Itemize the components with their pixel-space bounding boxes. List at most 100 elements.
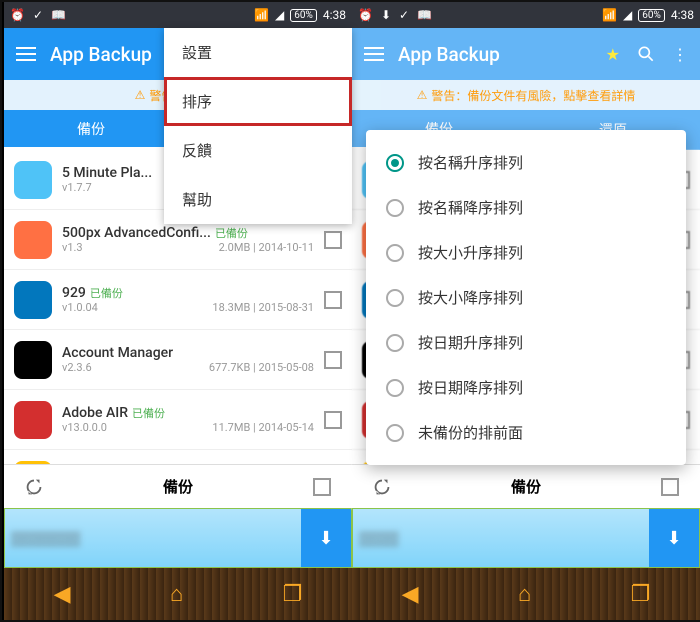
backup-button[interactable]: 備份: [64, 476, 292, 497]
sort-option[interactable]: 按大小升序排列: [366, 230, 686, 275]
app-size-date: 2.0MB | 2014-10-11: [219, 241, 314, 254]
overflow-menu: 設置 排序 反饋 幫助: [164, 28, 352, 224]
recent-button[interactable]: ❐: [631, 582, 651, 607]
menu-item-sort[interactable]: 排序: [164, 77, 352, 126]
clock: 4:38: [671, 8, 694, 22]
app-info: 929已備份 v1.0.04 18.3MB | 2015-08-31: [62, 285, 314, 314]
backup-badge: 已備份: [90, 287, 123, 300]
system-nav-bar: ◀ ⌂ ❐: [352, 568, 700, 620]
menu-item-help[interactable]: 幫助: [164, 175, 352, 224]
signal-icon: ◢: [623, 8, 632, 22]
sort-option-label: 按大小降序排列: [418, 287, 523, 308]
backup-badge: 已備份: [132, 407, 165, 420]
home-button[interactable]: ⌂: [518, 581, 531, 607]
alarm-icon: ⏰: [10, 8, 25, 22]
check-icon: ✓: [399, 8, 409, 22]
sort-option[interactable]: 未備份的排前面: [366, 410, 686, 455]
warning-strip[interactable]: ⚠ 警告：備份文件有風險，點擊查看詳情: [352, 80, 700, 110]
ad-banner[interactable]: ▒▒▒▒ ⬇: [352, 508, 700, 568]
app-size-date: 18.3MB | 2015-08-31: [212, 301, 314, 314]
alarm-icon: ⏰: [358, 8, 373, 22]
status-bar: ⏰ ✓ 📖 📶 ◢ 60% 4:38: [4, 2, 352, 28]
sort-option[interactable]: 按名稱降序排列: [366, 185, 686, 230]
radio-icon: [386, 244, 404, 262]
row-checkbox[interactable]: [324, 291, 342, 309]
app-icon: [14, 161, 52, 199]
signal-icon: ◢: [275, 8, 284, 22]
list-item[interactable]: Adobe AIR已備份 v13.0.0.0 11.7MB | 2014-05-1…: [4, 390, 352, 450]
sort-option[interactable]: 按日期升序排列: [366, 320, 686, 365]
tab-backup[interactable]: 備份: [4, 110, 178, 150]
app-size-date: 11.7MB | 2014-05-14: [212, 421, 314, 434]
menu-item-feedback[interactable]: 反饋: [164, 126, 352, 175]
sort-option[interactable]: 按名稱升序排列: [366, 140, 686, 185]
back-button[interactable]: ◀: [54, 582, 71, 607]
status-bar: ⏰ ⬇ ✓ 📖 📶 ◢ 60% 4:38: [352, 2, 700, 28]
check-icon: ✓: [33, 8, 43, 22]
app-version: v1.0.04: [62, 301, 98, 314]
app-info: Account Manager v2.3.6 677.7KB | 2015-05-…: [62, 345, 314, 374]
warning-icon: ⚠: [417, 88, 428, 102]
app-name: 929已備份: [62, 285, 314, 301]
screenshot-left: ⏰ ✓ 📖 📶 ◢ 60% 4:38 App Backup ⚠ 警告：備份文 備…: [4, 2, 352, 620]
refresh-button[interactable]: [4, 476, 64, 498]
warning-icon: ⚠: [135, 88, 146, 102]
app-version: v1.3: [62, 241, 83, 254]
bottom-action-bar: 備份: [4, 464, 352, 508]
select-all-checkbox[interactable]: [640, 478, 700, 496]
menu-icon[interactable]: [16, 47, 36, 61]
recent-button[interactable]: ❐: [283, 582, 303, 607]
back-button[interactable]: ◀: [402, 582, 419, 607]
app-bar: App Backup ★ ⋮: [352, 28, 700, 80]
sort-option-label: 按大小升序排列: [418, 242, 523, 263]
app-name: Account Manager: [62, 345, 314, 361]
book-icon: 📖: [51, 8, 66, 22]
sort-option-label: 按日期升序排列: [418, 332, 523, 353]
sort-option[interactable]: 按日期降序排列: [366, 365, 686, 410]
system-nav-bar: ◀ ⌂ ❐: [4, 568, 352, 620]
download-icon[interactable]: ⬇: [301, 509, 351, 567]
backup-button[interactable]: 備份: [412, 476, 640, 497]
select-all-checkbox[interactable]: [292, 478, 352, 496]
book-icon: 📖: [417, 8, 432, 22]
app-version: v1.7.7: [62, 181, 92, 194]
battery-level: 60%: [638, 9, 665, 22]
list-item[interactable]: Account Manager v2.3.6 677.7KB | 2015-05-…: [4, 330, 352, 390]
screenshot-right: ⏰ ⬇ ✓ 📖 📶 ◢ 60% 4:38 App Backup ★ ⋮ ⚠ 警告…: [352, 2, 700, 620]
ad-banner[interactable]: ▒▒▒▒▒▒▒ ⬇: [4, 508, 352, 568]
app-version: v2.3.6: [62, 361, 92, 374]
row-checkbox[interactable]: [324, 351, 342, 369]
star-icon[interactable]: ★: [606, 45, 620, 64]
download-status-icon: ⬇: [381, 8, 391, 22]
backup-badge: 已備份: [215, 227, 248, 240]
app-icon: [14, 341, 52, 379]
app-name: 500px AdvancedConfi...已備份: [62, 225, 314, 241]
wifi-icon: 📶: [254, 8, 269, 22]
sort-option[interactable]: 按大小降序排列: [366, 275, 686, 320]
app-info: 500px AdvancedConfi...已備份 v1.3 2.0MB | 20…: [62, 225, 314, 254]
radio-icon: [386, 199, 404, 217]
app-size-date: 677.7KB | 2015-05-08: [209, 361, 314, 374]
download-icon[interactable]: ⬇: [649, 509, 699, 567]
refresh-button[interactable]: [352, 476, 412, 498]
app-version: v13.0.0.0: [62, 421, 107, 434]
bottom-action-bar: 備份: [352, 464, 700, 508]
row-checkbox[interactable]: [324, 411, 342, 429]
menu-item-settings[interactable]: 設置: [164, 28, 352, 77]
app-name: Adobe AIR已備份: [62, 405, 314, 421]
list-item[interactable]: 929已備份 v1.0.04 18.3MB | 2015-08-31: [4, 270, 352, 330]
row-checkbox[interactable]: [324, 231, 342, 249]
radio-icon: [386, 334, 404, 352]
app-icon: [14, 401, 52, 439]
home-button[interactable]: ⌂: [170, 581, 183, 607]
menu-icon[interactable]: [364, 47, 384, 61]
overflow-icon[interactable]: ⋮: [672, 45, 688, 64]
app-info: Adobe AIR已備份 v13.0.0.0 11.7MB | 2014-05-1…: [62, 405, 314, 434]
search-icon[interactable]: [636, 44, 656, 64]
sort-dialog: 按名稱升序排列按名稱降序排列按大小升序排列按大小降序排列按日期升序排列按日期降序…: [366, 130, 686, 465]
clock: 4:38: [323, 8, 346, 22]
radio-icon: [386, 289, 404, 307]
sort-option-label: 按名稱升序排列: [418, 152, 523, 173]
radio-icon: [386, 424, 404, 442]
battery-level: 60%: [290, 9, 317, 22]
